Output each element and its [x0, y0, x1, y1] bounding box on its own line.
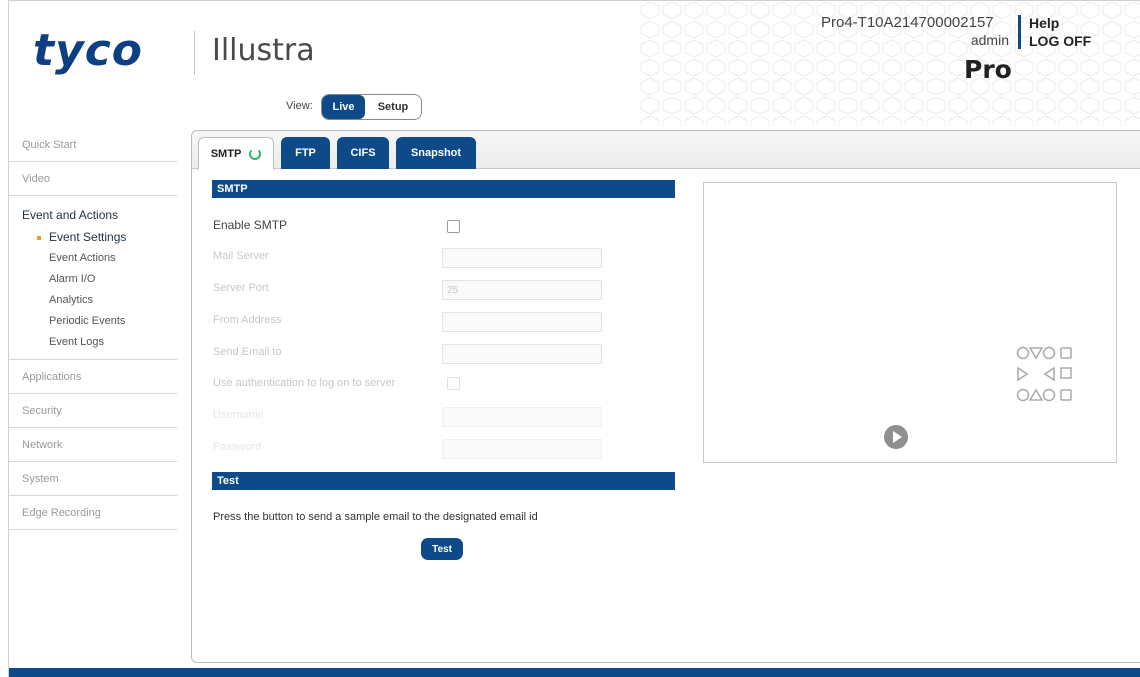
footer-bar — [9, 668, 1140, 677]
sidebar-item-network[interactable]: Network — [9, 428, 177, 462]
video-preview — [703, 182, 1117, 463]
sidebar-item-analytics[interactable]: Analytics — [9, 290, 177, 311]
enable-smtp-label: Enable SMTP — [213, 218, 288, 232]
tab-smtp-label: SMTP — [210, 147, 242, 160]
sidebar-item-event-settings[interactable]: Event Settings — [9, 227, 177, 248]
logo-divider — [194, 31, 195, 75]
view-toggle: Live Setup — [321, 94, 422, 120]
password-label: Password — [213, 441, 262, 453]
test-description: Press the button to send a sample email … — [213, 511, 538, 523]
tab-cifs[interactable]: CIFS — [337, 137, 389, 169]
smtp-section-header: SMTP — [212, 180, 675, 198]
main-panel: SMTP FTP CIFS Snapshot SMTP Enable SMTP … — [191, 130, 1140, 663]
sidebar-item-applications[interactable]: Applications — [9, 360, 177, 394]
sidebar: Quick Start Video Event and Actions Even… — [9, 128, 177, 530]
send-email-to-input[interactable] — [442, 344, 602, 364]
sidebar-item-video[interactable]: Video — [9, 162, 177, 196]
sidebar-item-periodic-events[interactable]: Periodic Events — [9, 311, 177, 332]
sidebar-item-quick-start[interactable]: Quick Start — [9, 128, 177, 162]
tab-snapshot[interactable]: Snapshot — [396, 137, 476, 169]
illustra-logo: Illustra — [212, 33, 315, 68]
from-address-label: From Address — [213, 314, 282, 326]
sidebar-item-system[interactable]: System — [9, 462, 177, 496]
username-input[interactable] — [442, 407, 602, 427]
sidebar-group-event-and-actions: Event and Actions Event Settings Event A… — [9, 196, 177, 360]
sidebar-item-event-logs[interactable]: Event Logs — [9, 332, 177, 353]
model-label: Pro — [964, 55, 1012, 84]
server-port-label: Server Port — [213, 282, 269, 294]
ptz-controls-icon[interactable] — [1016, 346, 1092, 402]
current-user: admin — [970, 32, 1009, 48]
tyco-logo: tyco — [33, 25, 144, 76]
sidebar-group-title[interactable]: Event and Actions — [9, 196, 177, 227]
tab-bar: SMTP FTP CIFS Snapshot — [192, 131, 1140, 170]
help-link[interactable]: Help — [1029, 15, 1059, 31]
header: tyco Illustra Pro4-T10A214700002157 admi… — [9, 1, 1140, 126]
sidebar-item-event-actions[interactable]: Event Actions — [9, 248, 177, 269]
server-port-input[interactable] — [442, 280, 602, 300]
use-auth-label: Use authentication to log on to server — [213, 377, 396, 389]
send-email-to-label: Send Email to — [213, 346, 282, 358]
tab-ftp[interactable]: FTP — [281, 137, 330, 169]
sidebar-item-alarm-io[interactable]: Alarm I/O — [9, 269, 177, 290]
view-live-button[interactable]: Live — [322, 95, 365, 119]
password-input[interactable] — [442, 439, 602, 459]
tab-smtp[interactable]: SMTP — [198, 137, 274, 170]
mail-server-input[interactable] — [442, 248, 602, 268]
sidebar-item-edge-recording[interactable]: Edge Recording — [9, 496, 177, 530]
refresh-icon[interactable] — [249, 147, 262, 160]
play-button[interactable] — [884, 425, 908, 449]
test-button[interactable]: Test — [421, 538, 463, 560]
from-address-input[interactable] — [442, 312, 602, 332]
logoff-link[interactable]: LOG OFF — [1029, 33, 1091, 49]
use-auth-checkbox[interactable] — [447, 377, 460, 390]
username-label: Username — [213, 409, 264, 421]
test-section-header: Test — [212, 472, 675, 490]
view-label: View: — [286, 100, 313, 112]
device-id: Pro4-T10A214700002157 — [821, 14, 994, 31]
sidebar-item-security[interactable]: Security — [9, 394, 177, 428]
header-divider — [1018, 15, 1021, 49]
mail-server-label: Mail Server — [213, 250, 269, 262]
enable-smtp-checkbox[interactable] — [447, 220, 460, 233]
view-setup-button[interactable]: Setup — [365, 95, 421, 119]
